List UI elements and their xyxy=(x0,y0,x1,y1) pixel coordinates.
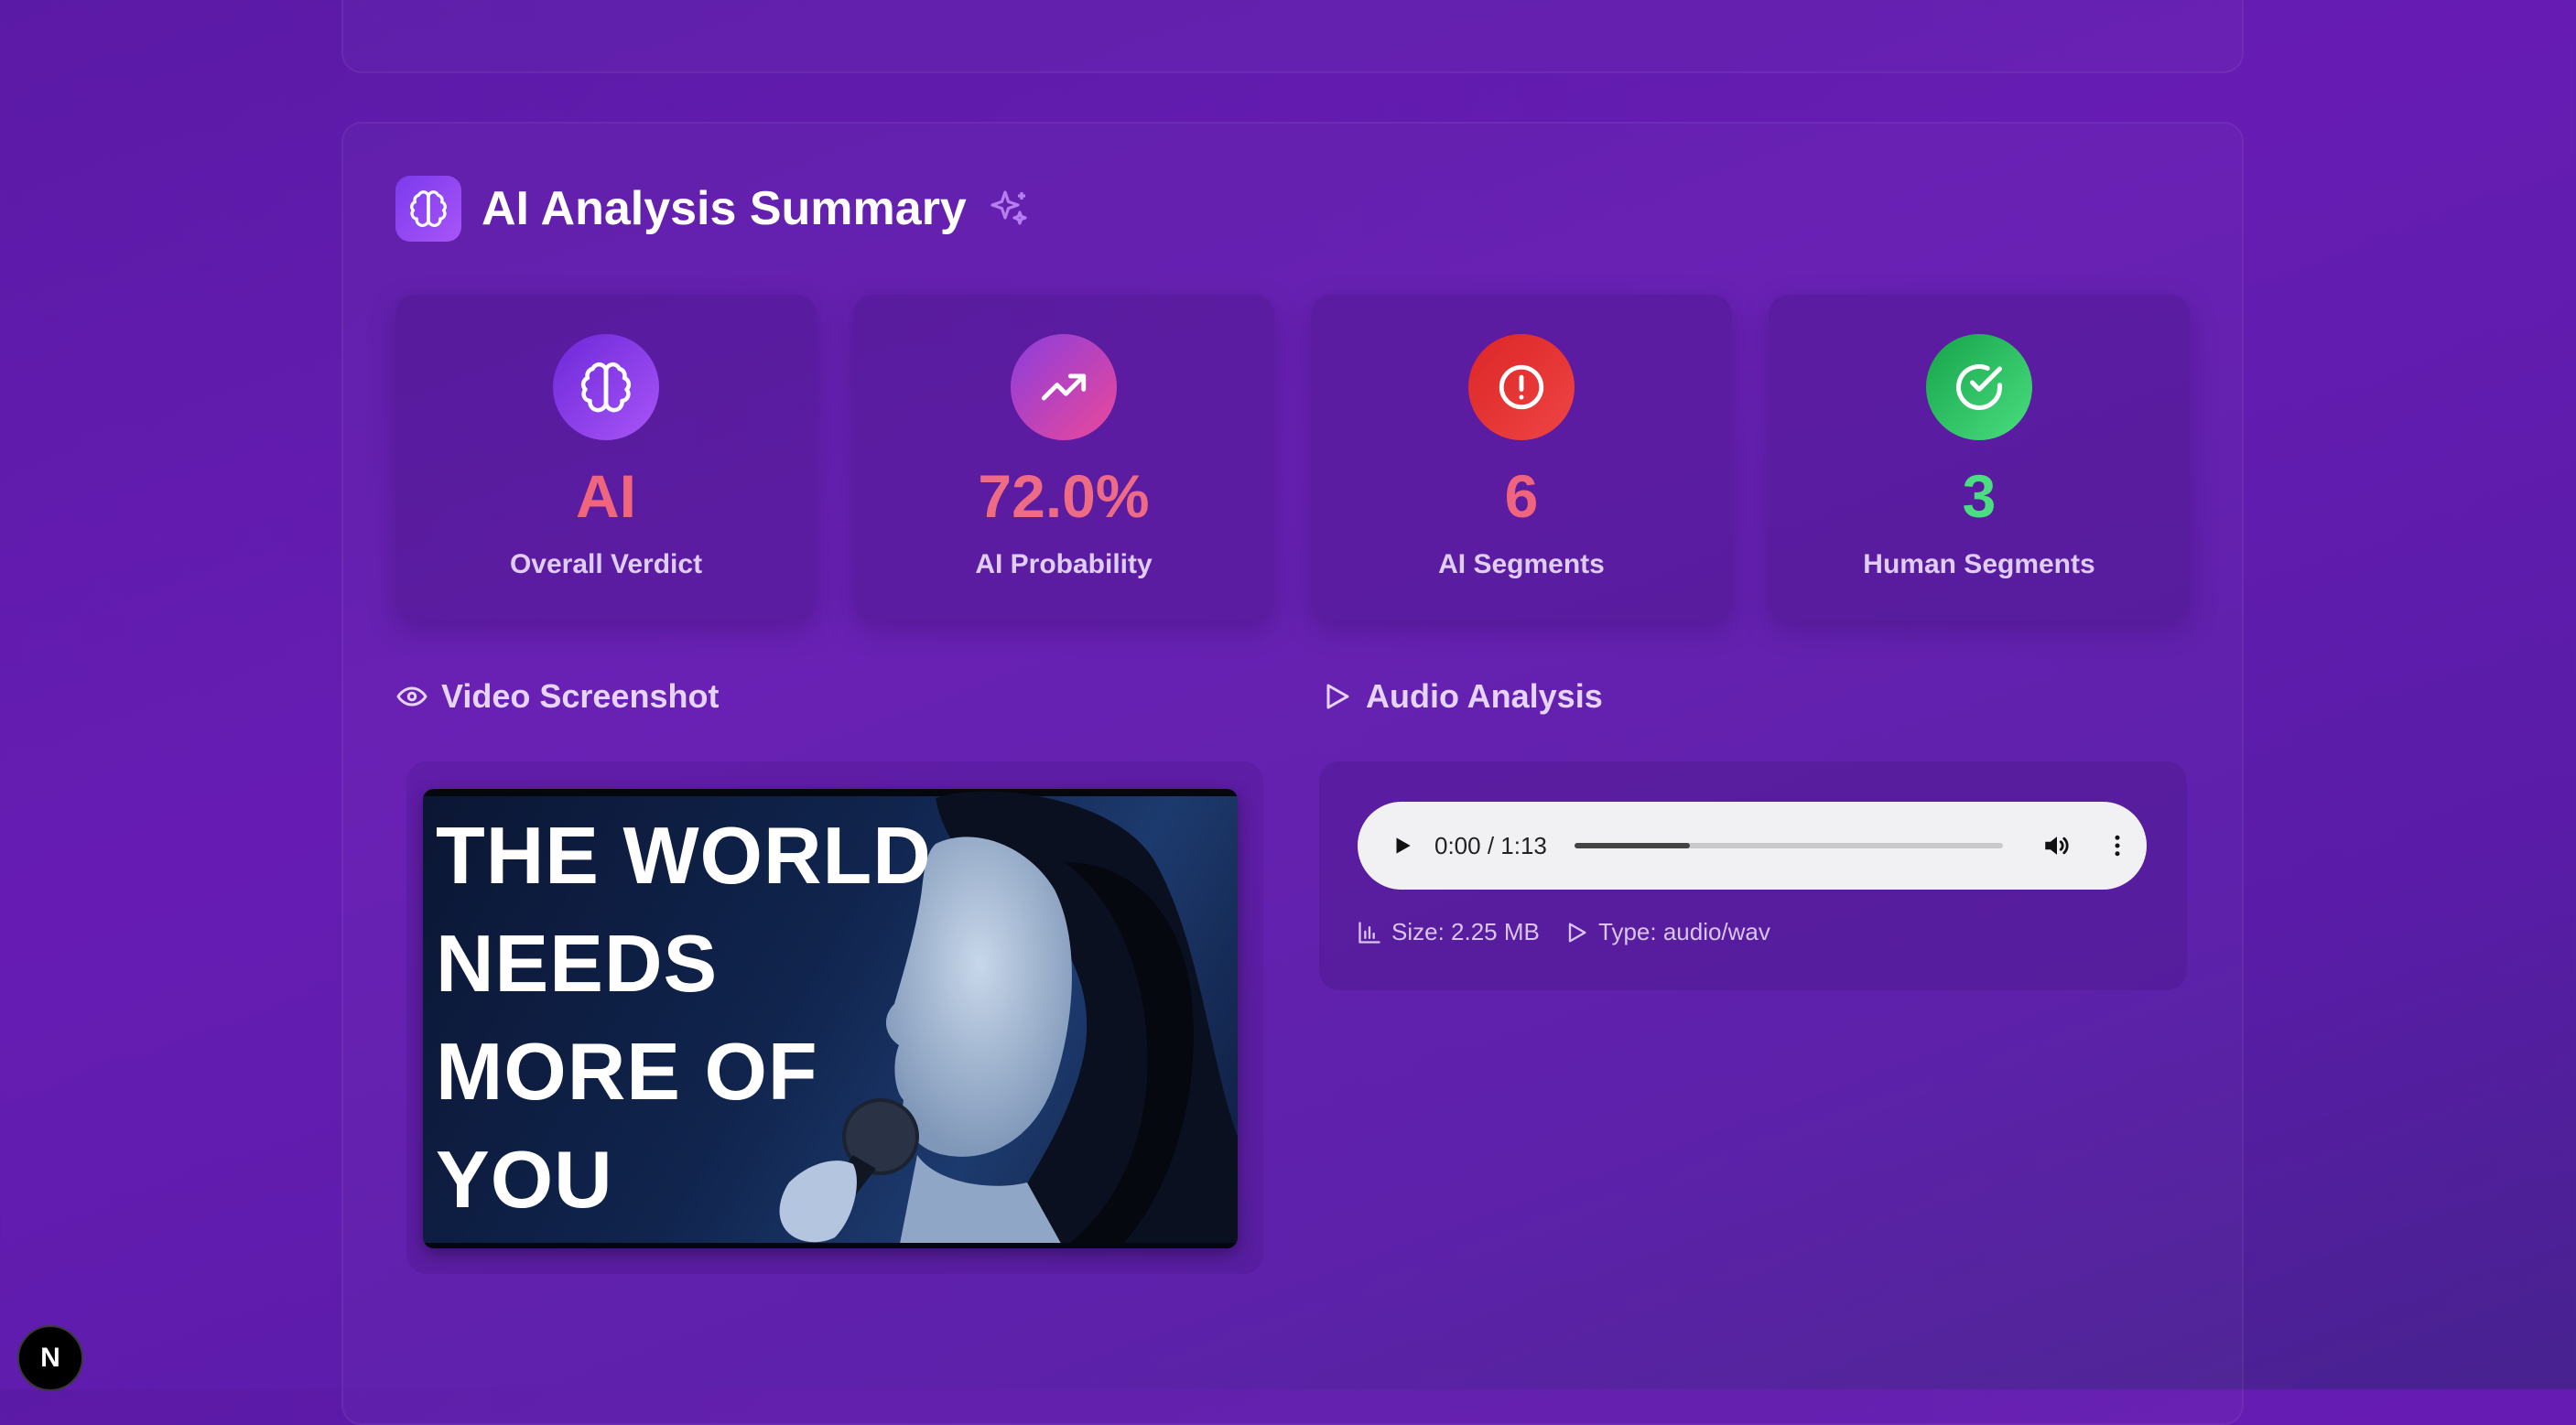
stat-label: AI Segments xyxy=(1438,549,1605,579)
audio-type-info: Type: audio/wav xyxy=(1564,918,1770,946)
check-circle-icon xyxy=(1926,334,2032,440)
sparkles-icon xyxy=(987,187,1031,231)
brain-icon xyxy=(553,334,659,440)
play-outline-icon xyxy=(1564,920,1589,945)
play-button[interactable] xyxy=(1391,834,1414,858)
volume-button[interactable] xyxy=(2041,830,2073,861)
audio-player[interactable]: 0:00 / 1:13 xyxy=(1358,802,2147,890)
more-options-button[interactable] xyxy=(2104,832,2131,859)
stat-card-ai-segments: 6 AI Segments xyxy=(1311,295,1732,621)
stat-value: 72.0% xyxy=(978,462,1150,530)
video-section-heading: Video Screenshot xyxy=(395,677,719,716)
overlay-line: YOU xyxy=(436,1134,613,1225)
video-section-title: Video Screenshot xyxy=(441,677,720,715)
stat-card-human-segments: 3 Human Segments xyxy=(1769,295,2190,621)
audio-section-title: Audio Analysis xyxy=(1366,677,1603,715)
audio-section-heading: Audio Analysis xyxy=(1320,677,1603,716)
stat-card-probability: 72.0% AI Probability xyxy=(853,295,1274,621)
play-icon xyxy=(1396,837,1411,854)
overlay-line: MORE OF xyxy=(436,1026,818,1117)
overlay-line: THE WORLD xyxy=(436,810,932,901)
seek-bar[interactable] xyxy=(1574,843,2003,848)
play-outline-icon xyxy=(1320,680,1353,713)
previous-panel xyxy=(341,0,2244,73)
stat-value: 6 xyxy=(1504,462,1539,530)
audio-size-info: Size: 2.25 MB xyxy=(1357,918,1540,946)
eye-icon xyxy=(395,680,428,713)
brain-icon xyxy=(395,176,461,242)
stat-label: AI Probability xyxy=(975,549,1153,579)
overlay-line: NEEDS xyxy=(436,918,719,1009)
stat-card-verdict: AI Overall Verdict xyxy=(395,295,817,621)
overlay-text: THE WORLD NEEDS MORE OF YOU xyxy=(436,802,948,1234)
stat-label: Overall Verdict xyxy=(509,549,703,579)
trending-up-icon xyxy=(1011,334,1117,440)
volume-icon xyxy=(2045,837,2069,855)
dev-tools-badge[interactable]: N xyxy=(17,1325,83,1391)
stat-label: Human Segments xyxy=(1863,549,2095,579)
audio-size: Size: 2.25 MB xyxy=(1391,918,1540,945)
seek-bar-fill xyxy=(1574,843,1691,848)
stat-value: 3 xyxy=(1962,462,1997,530)
more-vertical-icon xyxy=(2115,835,2120,857)
stat-value: AI xyxy=(576,462,636,530)
audio-type: Type: audio/wav xyxy=(1598,918,1770,945)
alert-circle-icon xyxy=(1468,334,1575,440)
video-screenshot-image: THE WORLD NEEDS MORE OF YOU xyxy=(423,789,1238,1248)
summary-header: AI Analysis Summary xyxy=(395,175,1031,243)
page-title: AI Analysis Summary xyxy=(482,182,967,235)
time-display: 0:00 / 1:13 xyxy=(1434,831,1547,859)
bar-chart-icon xyxy=(1357,920,1382,945)
